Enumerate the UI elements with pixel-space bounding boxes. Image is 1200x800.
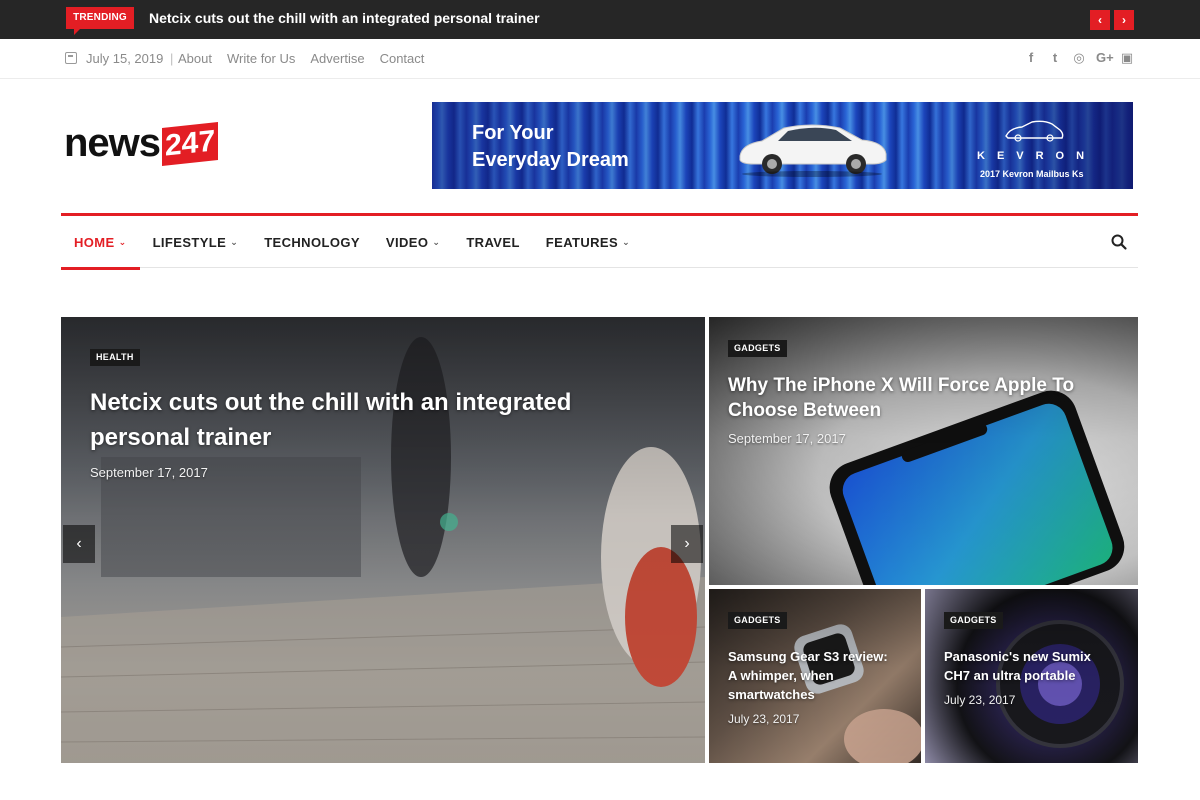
banner-headline-line1: For Your [472,122,554,144]
main-nav: HOME ⌄ LIFESTYLE ⌄ TECHNOLOGY VIDEO ⌄ TRAVE… [61,213,1138,270]
nav-label: TECHNOLOGY [264,234,360,250]
social-links: f t ◎ G+ ▣ [1024,49,1134,67]
banner-headline-line2: Everyday Dream [472,149,629,171]
card-title-line1: Why The iPhone X Will Force Apple To [728,375,1075,396]
category-badge[interactable]: GADGETS [944,612,1003,629]
nav-label: FEATURES [545,234,619,250]
chevron-down-icon: ⌄ [432,236,441,247]
card-title-line3: smartwatches [728,687,815,702]
card-title-line1: Samsung Gear S3 review: [728,649,888,664]
top-links-bar: July 15, 2019 | About Write for Us Adver… [0,39,1200,79]
top-link-write-for-us[interactable]: Write for Us [227,51,295,66]
date-separator: | [170,51,174,66]
top-link-about[interactable]: About [178,51,212,66]
card-title[interactable]: Panasonic's new Sumix CH7 an ultra porta… [944,647,1091,685]
card-title-line2: A whimper, when [728,668,834,683]
twitter-icon[interactable]: t [1048,49,1062,67]
logo-number: 247 [162,122,219,166]
nav-item-video[interactable]: VIDEO ⌄ [373,216,453,268]
featured-title[interactable]: Netcix cuts out the chill with an integr… [90,385,571,455]
top-link-contact[interactable]: Contact [380,51,425,66]
nav-item-lifestyle[interactable]: LIFESTYLE ⌄ [140,216,252,268]
featured-card-panasonic[interactable]: GADGETS Panasonic's new Sumix CH7 an ult… [925,589,1138,763]
chevron-down-icon: ⌄ [230,236,239,247]
current-date: July 15, 2019 [86,51,164,66]
banner-subtitle: 2017 Kevron Mailbus Ks [980,169,1084,179]
card-date: September 17, 2017 [728,431,846,446]
top-link-advertise[interactable]: Advertise [310,51,364,66]
chevron-down-icon: ⌄ [118,236,127,247]
featured-slide-main[interactable]: HEALTH Netcix cuts out the chill with an… [61,317,705,763]
trending-label: TRENDING [66,7,134,35]
google-plus-icon[interactable]: G+ [1096,49,1114,67]
card-date: July 23, 2017 [728,712,800,726]
youtube-icon[interactable]: ▣ [1120,49,1134,67]
nav-label: LIFESTYLE [152,234,227,250]
card-title[interactable]: Why The iPhone X Will Force Apple To Cho… [728,373,1074,423]
card-date: July 23, 2017 [944,693,1016,707]
calendar-icon [65,52,77,64]
facebook-icon[interactable]: f [1024,49,1038,67]
card-title-line2: Choose Between [728,400,882,421]
card-title-line1: Panasonic's new Sumix [944,649,1091,664]
search-icon[interactable] [1110,233,1128,251]
car-image [739,124,887,177]
nav-label: HOME [74,234,115,250]
header-banner-ad[interactable]: For Your Everyday Dream KEVRON 2017 Kevr… [432,102,1133,189]
top-links: About Write for Us Advertise Contact [178,51,424,66]
category-badge[interactable]: HEALTH [90,349,140,366]
nav-item-features[interactable]: FEATURES ⌄ [533,216,643,268]
slider-next-button[interactable]: › [671,525,703,563]
chevron-down-icon: ⌄ [622,236,631,247]
brand-car-logo-icon [1005,120,1064,142]
featured-card-iphone[interactable]: GADGETS Why The iPhone X Will Force Appl… [709,317,1138,585]
nav-item-travel[interactable]: TRAVEL [453,216,532,268]
nav-item-home[interactable]: HOME ⌄ [61,216,140,270]
featured-card-samsung[interactable]: GADGETS Samsung Gear S3 review: A whimpe… [709,589,921,763]
trending-next-button[interactable]: › [1114,10,1134,30]
logo-word: news [64,121,161,165]
category-badge[interactable]: GADGETS [728,340,787,357]
card-title[interactable]: Samsung Gear S3 review: A whimper, when … [728,647,888,704]
card-title-line2: CH7 an ultra portable [944,668,1076,683]
trending-bar: TRENDING Netcix cuts out the chill with … [0,0,1200,39]
instagram-icon[interactable]: ◎ [1072,49,1086,67]
nav-item-technology[interactable]: TECHNOLOGY [251,216,373,268]
trending-headline[interactable]: Netcix cuts out the chill with an integr… [149,10,540,26]
featured-date: September 17, 2017 [90,465,208,480]
site-logo[interactable]: news 247 [64,121,219,166]
featured-title-line2: personal trainer [90,424,272,451]
slider-prev-button[interactable]: ‹ [63,525,95,563]
nav-label: VIDEO [385,234,429,250]
trending-prev-button[interactable]: ‹ [1090,10,1110,30]
banner-brand: KEVRON [977,150,1097,162]
category-badge[interactable]: GADGETS [728,612,787,629]
nav-label: TRAVEL [466,234,520,250]
featured-title-line1: Netcix cuts out the chill with an integr… [90,389,572,416]
